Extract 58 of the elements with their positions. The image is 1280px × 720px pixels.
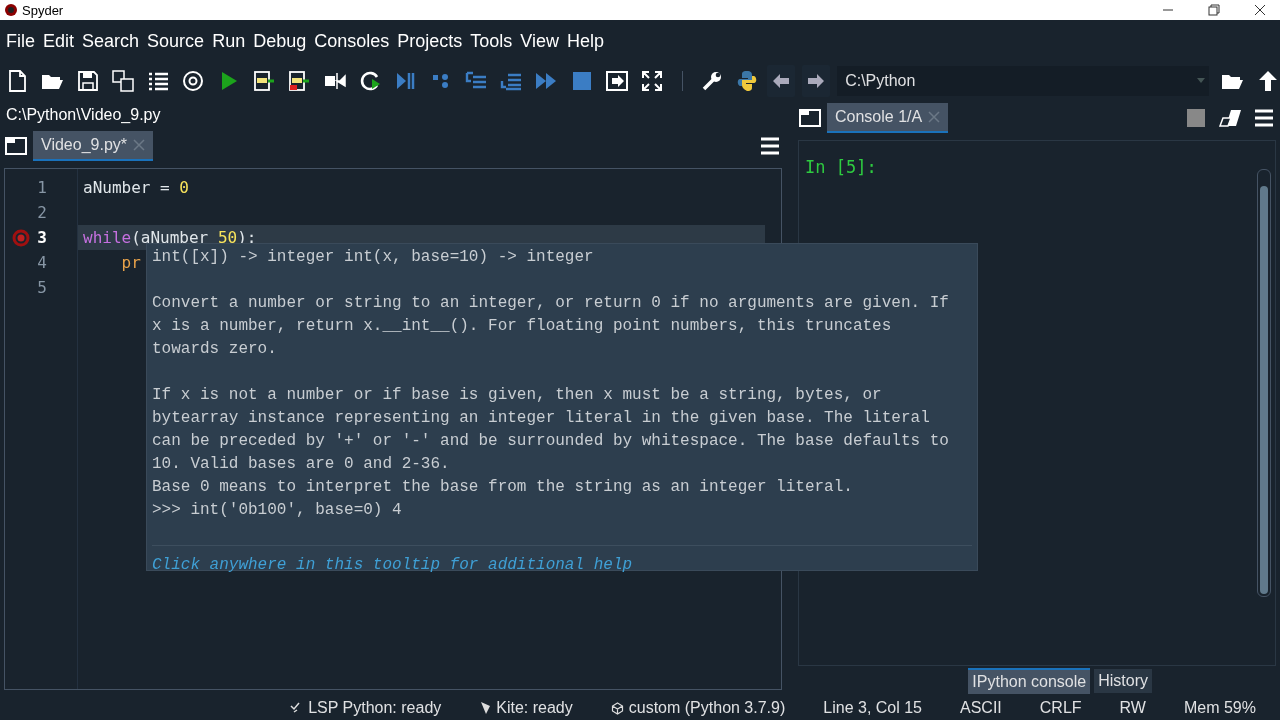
pane-tab[interactable]: IPython console — [968, 668, 1091, 694]
menu-icon[interactable] — [760, 137, 780, 155]
back-button[interactable] — [766, 65, 795, 97]
restore-icon[interactable] — [1208, 4, 1220, 16]
cube-icon — [610, 701, 624, 715]
menu-item[interactable]: File — [6, 30, 35, 52]
pane-tab[interactable]: History — [1094, 669, 1152, 693]
line-number: 5 — [37, 278, 47, 297]
menu-icon[interactable] — [1254, 109, 1274, 127]
save-icon[interactable] — [75, 69, 100, 93]
status-text: LSP Python: ready — [308, 699, 442, 717]
forward-button[interactable] — [801, 65, 830, 97]
path-field[interactable]: C:\Python — [837, 66, 1210, 96]
status-text: RW — [1119, 699, 1146, 717]
status-text: Mem 59% — [1183, 699, 1256, 717]
line-number: 2 — [37, 203, 47, 222]
menu-item[interactable]: Search — [82, 30, 140, 52]
line-number: 4 — [37, 253, 47, 272]
status-text: ASCII — [960, 699, 1002, 717]
status-text: custom (Python 3.7.9) — [628, 699, 786, 717]
window-title: Spyder — [22, 2, 64, 18]
save-all-icon[interactable] — [110, 69, 135, 93]
menu-item[interactable]: Debug — [253, 30, 307, 52]
run-cell-icon[interactable] — [252, 69, 277, 93]
spyder-icon — [4, 3, 18, 17]
status-text: CRLF — [1039, 699, 1082, 717]
line-number: 1 — [37, 178, 47, 197]
code-line: aNumber = 0 — [83, 178, 189, 197]
line-number: 3 — [37, 228, 47, 247]
pane-icon[interactable] — [799, 109, 821, 127]
close-icon[interactable] — [1254, 4, 1266, 16]
fullscreen-icon[interactable] — [640, 69, 665, 93]
signature-text: int([x]) -> integer int(x, base=10) -> integer — [152, 247, 595, 268]
maximize-icon[interactable] — [605, 69, 630, 93]
status-text: Kite: ready — [496, 699, 573, 717]
menu-item[interactable]: Projects — [397, 30, 463, 52]
eraser-icon[interactable] — [1218, 108, 1242, 128]
menu-item[interactable]: Help — [567, 30, 605, 52]
console-tab[interactable]: Console 1/A — [827, 103, 949, 133]
menu-item[interactable]: View — [520, 30, 560, 52]
menu-item[interactable]: Run — [212, 30, 246, 52]
menu-item[interactable]: Consoles — [314, 30, 390, 52]
status-text: Line 3, Col 15 — [823, 699, 922, 717]
menu-item[interactable]: Edit — [43, 30, 75, 52]
menu-item[interactable]: Source — [147, 30, 205, 52]
stop-icon[interactable] — [1186, 108, 1206, 128]
console-prompt: In [5]: — [805, 157, 877, 177]
file-tab[interactable]: Video_9.py* — [33, 131, 153, 161]
kite-icon — [479, 701, 492, 715]
code-line: pr — [120, 253, 141, 272]
menu-item[interactable]: Tools — [470, 30, 513, 52]
file-path: C:\Python\Video_9.py — [5, 105, 162, 125]
scrollbar[interactable] — [1257, 169, 1271, 597]
forward-arrow-icon[interactable] — [805, 71, 826, 91]
pane-icon[interactable] — [5, 137, 27, 155]
run-cell-advance-icon[interactable] — [287, 69, 312, 93]
help-link[interactable]: Click anywhere in this tooltip for additional help — [152, 556, 633, 574]
breakpoint-icon[interactable] — [12, 228, 30, 247]
